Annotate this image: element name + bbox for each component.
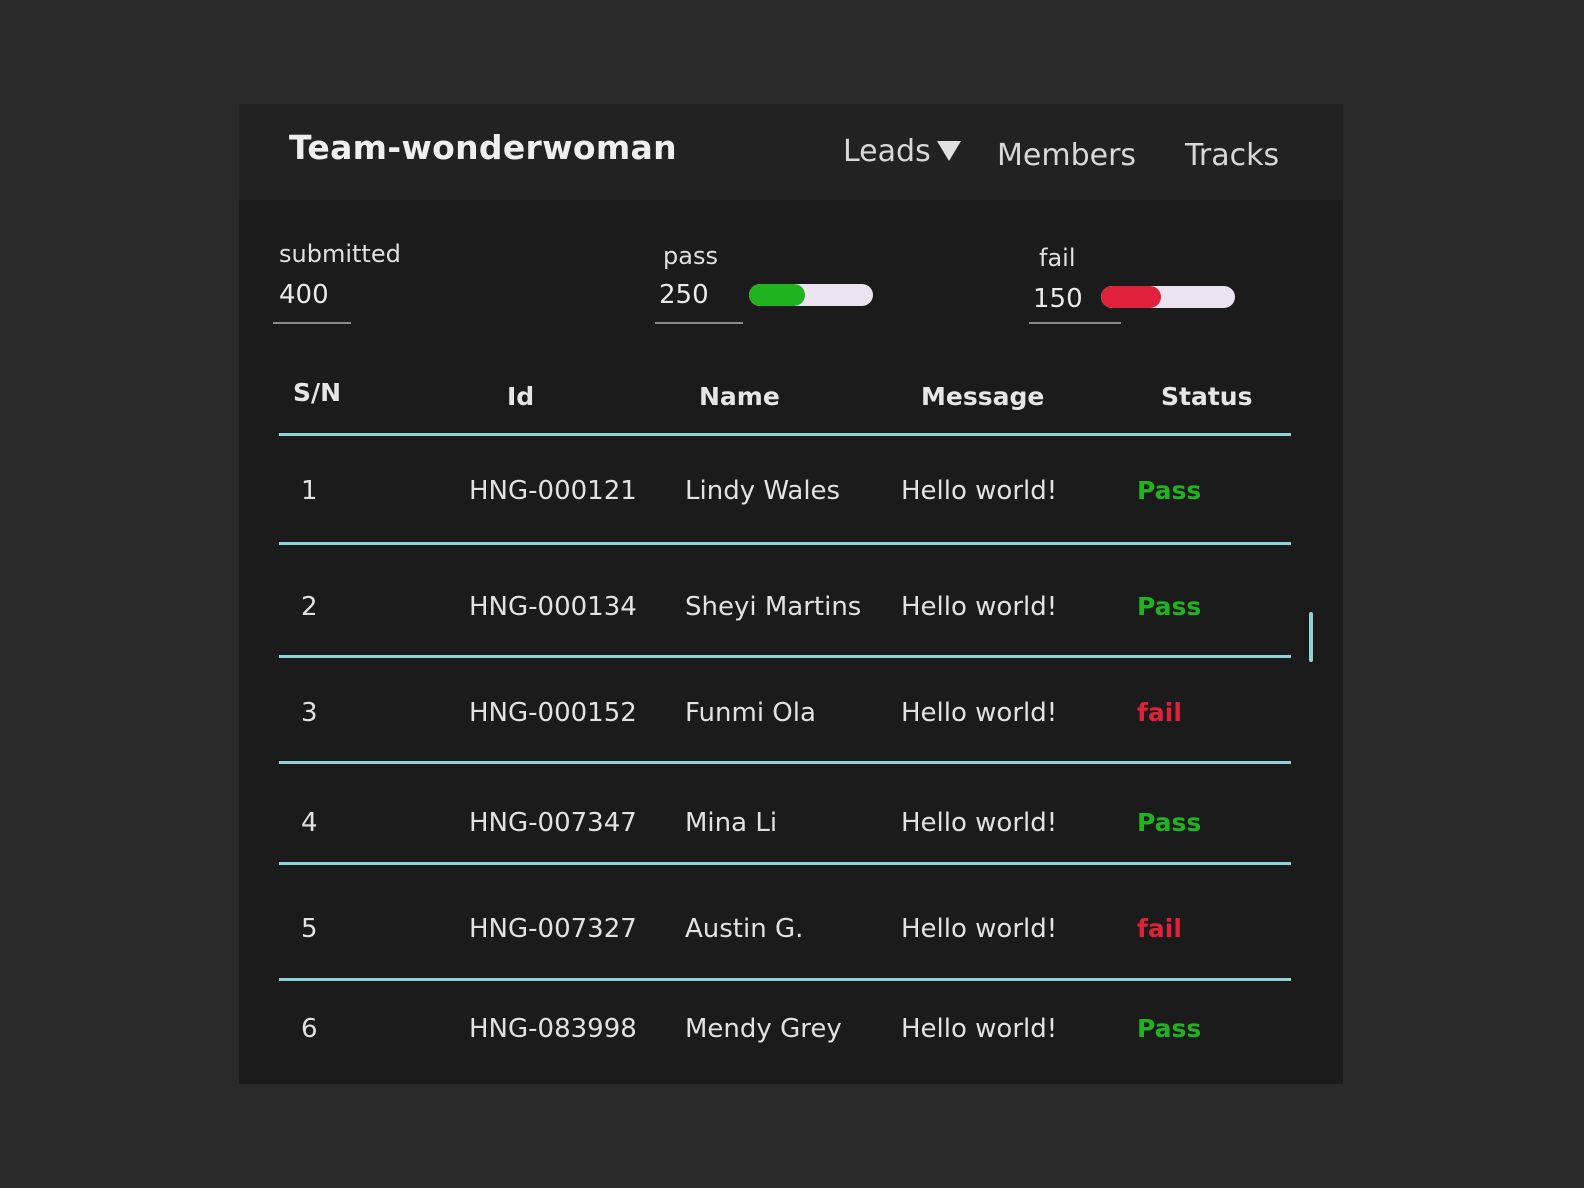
cell-status: Pass	[1137, 592, 1202, 621]
pass-progress-fill	[749, 284, 805, 306]
cell-message: Hello world!	[901, 1014, 1058, 1044]
column-header-id: Id	[507, 382, 535, 411]
team-panel: Team-wonderwoman Leads Members Tracks su…	[239, 104, 1343, 1084]
cell-name: Mendy Grey	[685, 1014, 842, 1044]
cell-name: Lindy Wales	[685, 476, 841, 506]
nav-tracks[interactable]: Tracks	[1185, 138, 1279, 173]
team-title: Team-wonderwoman	[289, 128, 677, 167]
cell-id: HNG-007347	[469, 808, 637, 838]
cell-id: HNG-000121	[469, 476, 637, 506]
row-divider	[279, 655, 1291, 658]
row-divider	[279, 433, 1291, 436]
cell-status: fail	[1137, 698, 1182, 727]
nav-members[interactable]: Members	[997, 138, 1136, 173]
cell-id: HNG-007327	[469, 914, 637, 944]
cell-message: Hello world!	[901, 808, 1058, 838]
cell-status: Pass	[1137, 476, 1202, 505]
row-divider	[279, 978, 1291, 981]
fail-progress-bar	[1101, 286, 1235, 308]
cell-name: Mina Li	[685, 808, 778, 838]
cell-message: Hello world!	[901, 914, 1058, 944]
pass-underline	[655, 322, 743, 324]
cell-sn: 4	[301, 808, 318, 838]
column-header-sn: S/N	[293, 378, 342, 407]
submitted-label: submitted	[279, 240, 401, 268]
fail-underline	[1029, 322, 1121, 324]
cell-sn: 1	[301, 476, 318, 506]
cell-status: fail	[1137, 914, 1182, 943]
submitted-value: 400	[279, 280, 329, 310]
column-header-message: Message	[921, 382, 1045, 411]
cell-name: Funmi Ola	[685, 698, 816, 728]
cell-message: Hello world!	[901, 698, 1058, 728]
cell-sn: 2	[301, 592, 318, 622]
row-divider	[279, 761, 1291, 764]
submitted-underline	[273, 322, 351, 324]
fail-label: fail	[1039, 244, 1076, 272]
cell-sn: 3	[301, 698, 318, 728]
cell-id: HNG-000134	[469, 592, 637, 622]
nav-leads[interactable]: Leads	[843, 134, 961, 169]
cell-status: Pass	[1137, 1014, 1202, 1043]
row-divider	[279, 542, 1291, 545]
nav-leads-label: Leads	[843, 134, 931, 169]
scrollbar-thumb[interactable]	[1309, 612, 1313, 662]
pass-progress-bar	[749, 284, 873, 306]
column-header-name: Name	[699, 382, 780, 411]
fail-value: 150	[1033, 284, 1083, 314]
cell-message: Hello world!	[901, 592, 1058, 622]
cell-message: Hello world!	[901, 476, 1058, 506]
cell-sn: 5	[301, 914, 318, 944]
caret-down-icon	[936, 140, 961, 161]
cell-id: HNG-000152	[469, 698, 637, 728]
pass-label: pass	[663, 242, 718, 270]
top-bar: Team-wonderwoman Leads Members Tracks	[239, 104, 1343, 200]
row-divider	[279, 862, 1291, 865]
cell-name: Sheyi Martins	[685, 592, 862, 622]
cell-id: HNG-083998	[469, 1014, 637, 1044]
cell-status: Pass	[1137, 808, 1202, 837]
fail-progress-fill	[1101, 286, 1162, 308]
cell-sn: 6	[301, 1014, 318, 1044]
column-header-status: Status	[1161, 382, 1253, 411]
pass-value: 250	[659, 280, 709, 310]
cell-name: Austin G.	[685, 914, 804, 944]
